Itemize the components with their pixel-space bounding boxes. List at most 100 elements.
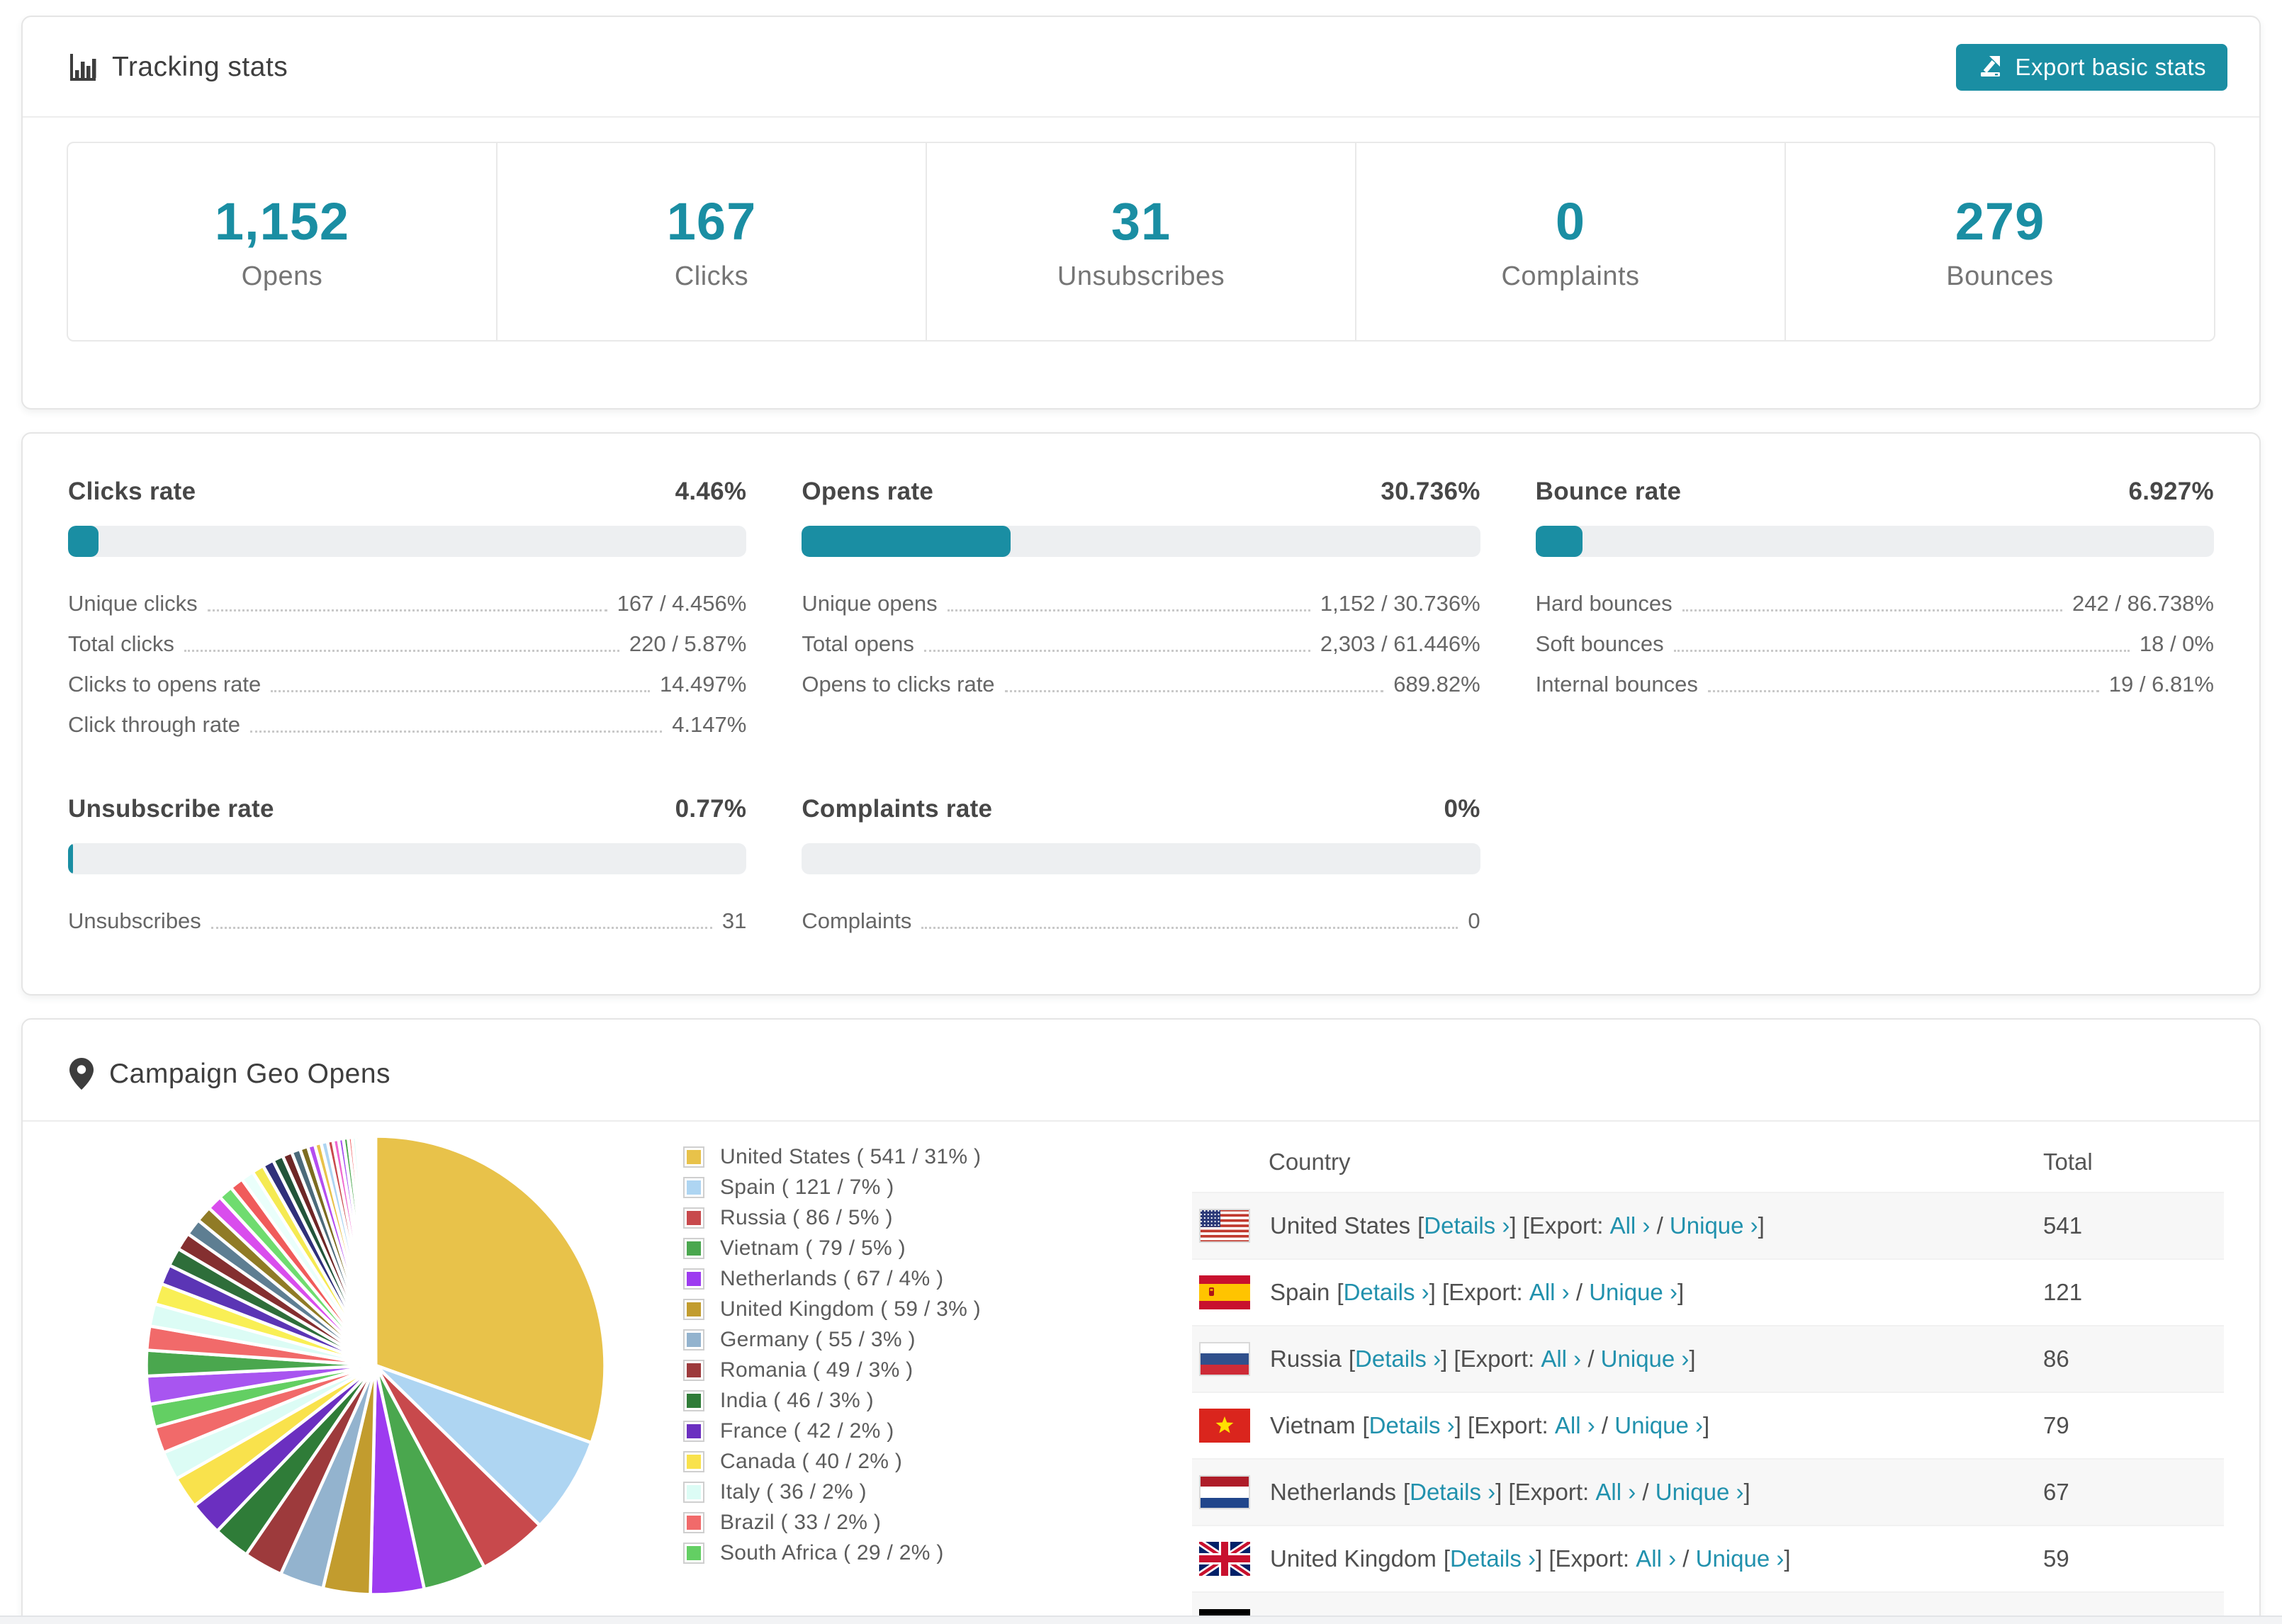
legend-item: United Kingdom ( 59 / 3% ) xyxy=(683,1294,1080,1324)
stat-row: Hard bounces 242 / 86.738% xyxy=(1536,575,2214,616)
geo-legend: United States ( 541 / 31% ) Spain ( 121 /… xyxy=(683,1132,1080,1624)
legend-item: Netherlands ( 67 / 4% ) xyxy=(683,1263,1080,1294)
export-all-link[interactable]: All › xyxy=(1541,1346,1581,1372)
export-unique-link[interactable]: Unique › xyxy=(1656,1479,1744,1506)
export-prefix: Export: xyxy=(1474,1412,1548,1438)
stat-label: Unsubscribes xyxy=(68,908,201,934)
summary-box-clicks: 167 Clicks xyxy=(498,143,927,340)
stat-row: Click through rate 4.147% xyxy=(68,697,746,737)
dotted-leader xyxy=(923,650,1310,652)
details-link[interactable]: Details › xyxy=(1424,1212,1510,1239)
legend-item: Russia ( 86 / 5% ) xyxy=(683,1202,1080,1233)
stat-value: 2,303 / 61.446% xyxy=(1320,631,1480,657)
geo-header: Campaign Geo Opens xyxy=(23,1020,2259,1122)
country-cell: United States[Details ›] [Export: All › … xyxy=(1192,1209,2043,1243)
stat-value: 31 xyxy=(721,908,747,934)
progress-fill xyxy=(68,526,99,557)
stat-row: Total clicks 220 / 5.87% xyxy=(68,616,746,656)
details-link[interactable]: Details › xyxy=(1450,1545,1536,1572)
stat-row: Opens to clicks rate 689.82% xyxy=(802,656,1480,697)
stat-value: 167 / 4.456% xyxy=(617,591,747,616)
export-unique-link[interactable]: Unique › xyxy=(1589,1279,1677,1306)
dotted-leader xyxy=(921,927,1458,929)
rate-percent: 0.77% xyxy=(675,795,747,823)
legend-swatch-icon xyxy=(683,1146,704,1168)
export-basic-stats-button[interactable]: Export basic stats xyxy=(1955,44,2227,91)
summary-box-bounces: 279 Bounces xyxy=(1786,143,2214,340)
dotted-leader xyxy=(1682,609,2063,611)
progress-track xyxy=(802,843,1480,874)
country-total: 86 xyxy=(2043,1346,2069,1372)
details-link[interactable]: Details › xyxy=(1344,1279,1429,1306)
rate-title: Bounce rate xyxy=(1535,478,1682,505)
progress-fill xyxy=(1535,526,1583,557)
dotted-leader xyxy=(1004,690,1384,692)
rate-head: Clicks rate 4.46% xyxy=(68,478,746,506)
bar-chart-icon xyxy=(67,51,99,84)
stat-label: Total opens xyxy=(802,631,914,657)
flag-nl-icon xyxy=(1199,1475,1250,1509)
country-total: 121 xyxy=(2043,1279,2083,1305)
column-header-total: Total xyxy=(2043,1148,2093,1175)
details-link[interactable]: Details › xyxy=(1355,1346,1441,1372)
country-cell: Netherlands[Details ›] [Export: All › / … xyxy=(1192,1475,2043,1509)
export-all-link[interactable]: All › xyxy=(1610,1212,1651,1239)
export-unique-link[interactable]: Unique › xyxy=(1614,1412,1703,1439)
export-all-link[interactable]: All › xyxy=(1529,1279,1570,1306)
legend-label: Germany ( 55 / 3% ) xyxy=(720,1327,916,1351)
country-total: 59 xyxy=(2043,1545,2069,1572)
rate-head: Opens rate 30.736% xyxy=(802,478,1480,506)
details-link[interactable]: Details › xyxy=(1369,1412,1455,1439)
export-all-link[interactable]: All › xyxy=(1595,1479,1636,1506)
export-unique-link[interactable]: Unique › xyxy=(1670,1212,1758,1239)
stat-label: Unique opens xyxy=(802,591,938,616)
legend-label: United Kingdom ( 59 / 3% ) xyxy=(720,1297,981,1321)
progress-fill xyxy=(802,526,1011,557)
rate-block-bounce-rate: Bounce rate 6.927% Hard bounces 242 / 86.73… xyxy=(1535,478,2214,737)
rate-rows: Unsubscribes 31 xyxy=(68,893,746,933)
legend-label: Brazil ( 33 / 2% ) xyxy=(720,1510,882,1534)
summary-label: Bounces xyxy=(1946,261,2054,291)
stat-row: Soft bounces 18 / 0% xyxy=(1536,616,2214,656)
legend-label: Netherlands ( 67 / 4% ) xyxy=(720,1266,944,1290)
flag-es-icon xyxy=(1199,1275,1250,1309)
geo-card: Campaign Geo Opens United States ( 541 /… xyxy=(21,1018,2261,1624)
pie-slice xyxy=(373,1134,378,1368)
stat-label: Unique clicks xyxy=(68,591,198,616)
export-all-link[interactable]: All › xyxy=(1555,1412,1595,1439)
rate-block-unsubscribe-rate: Unsubscribe rate 0.77% Unsubscribes 31 xyxy=(68,795,747,933)
column-header-country: Country xyxy=(1269,1148,1351,1175)
country-name: Spain xyxy=(1270,1279,1330,1305)
stat-value: 0 xyxy=(1468,908,1480,934)
country-cell: United Kingdom[Details ›] [Export: All ›… xyxy=(1192,1542,2043,1576)
map-pin-icon xyxy=(67,1056,96,1092)
rate-title: Opens rate xyxy=(802,478,934,505)
stat-row: Unique opens 1,152 / 30.736% xyxy=(802,575,1480,616)
page-title: Tracking stats xyxy=(67,51,288,84)
summary-value: 279 xyxy=(1955,192,2045,251)
geo-title: Campaign Geo Opens xyxy=(67,1056,390,1092)
country-name: Vietnam xyxy=(1270,1412,1356,1438)
export-all-link[interactable]: All › xyxy=(1636,1545,1676,1572)
legend-label: South Africa ( 29 / 2% ) xyxy=(720,1540,944,1564)
details-link[interactable]: Details › xyxy=(1410,1479,1495,1506)
table-row-nl: Netherlands[Details ›] [Export: All › / … xyxy=(1192,1459,2224,1526)
stat-label: Clicks to opens rate xyxy=(68,672,262,697)
export-unique-link[interactable]: Unique › xyxy=(1601,1346,1690,1372)
legend-swatch-icon xyxy=(683,1298,704,1320)
rate-rows: Unique clicks 167 / 4.456% Total clicks 220… xyxy=(68,575,746,737)
summary-label: Clicks xyxy=(674,261,749,291)
summary-box-complaints: 0 Complaints xyxy=(1356,143,1786,340)
dotted-leader xyxy=(1707,690,2099,692)
flag-gb-icon xyxy=(1199,1542,1250,1576)
legend-swatch-icon xyxy=(683,1207,704,1229)
legend-item: Spain ( 121 / 7% ) xyxy=(683,1172,1080,1202)
stat-value: 689.82% xyxy=(1393,672,1480,697)
rate-title: Clicks rate xyxy=(68,478,196,505)
progress-track xyxy=(1535,526,2214,557)
dotted-leader xyxy=(1673,650,2130,652)
legend-swatch-icon xyxy=(683,1420,704,1442)
stat-value: 14.497% xyxy=(659,672,747,697)
legend-label: Russia ( 86 / 5% ) xyxy=(720,1205,893,1229)
export-unique-link[interactable]: Unique › xyxy=(1696,1545,1784,1572)
